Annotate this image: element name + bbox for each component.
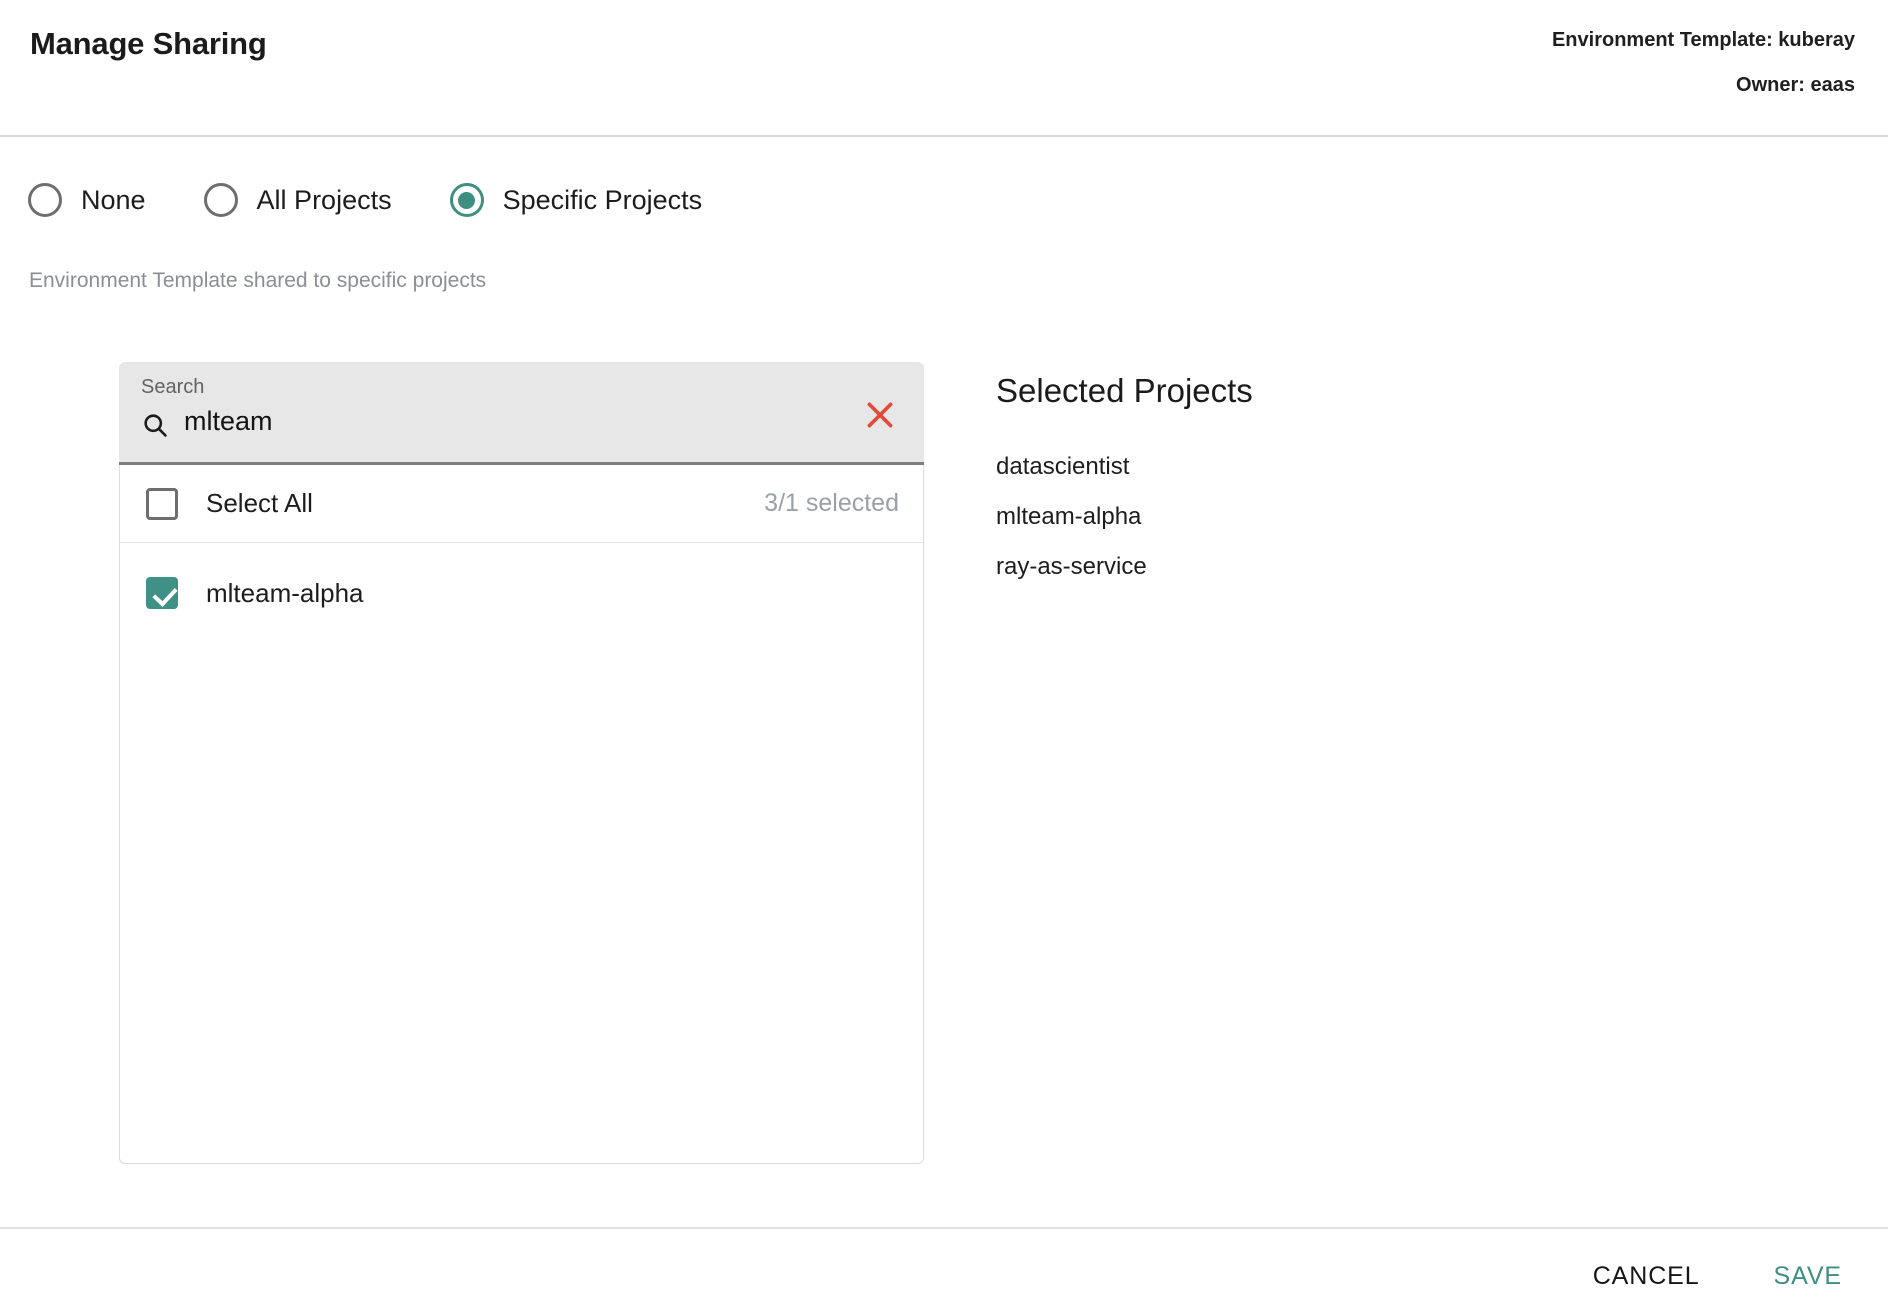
selected-projects-panel: Selected Projects datascientist mlteam-a… xyxy=(996,372,1636,592)
select-all-row[interactable]: Select All 3/1 selected xyxy=(120,465,923,543)
list-item[interactable]: mlteam-alpha xyxy=(120,543,923,643)
radio-circle-icon xyxy=(28,183,62,217)
selected-count-label: 3/1 selected xyxy=(764,489,899,517)
close-icon[interactable] xyxy=(863,398,897,432)
project-picker: Search Select All 3/1 selected mlteam-al… xyxy=(119,362,924,1164)
cancel-button[interactable]: CANCEL xyxy=(1575,1252,1718,1301)
search-floating-label: Search xyxy=(141,376,205,398)
radio-option-none[interactable]: None xyxy=(28,183,146,217)
page-title: Manage Sharing xyxy=(30,26,267,61)
selected-projects-title: Selected Projects xyxy=(996,372,1253,409)
radio-option-specific-projects[interactable]: Specific Projects xyxy=(449,183,703,217)
selected-project-item: ray-as-service xyxy=(996,553,1147,580)
save-button[interactable]: SAVE xyxy=(1756,1252,1860,1301)
dialog-footer: CANCEL SAVE xyxy=(1575,1252,1860,1301)
select-all-label: Select All xyxy=(206,488,313,518)
radio-label-specific-projects: Specific Projects xyxy=(502,184,703,215)
select-all-checkbox[interactable] xyxy=(146,487,178,520)
radio-option-all-projects[interactable]: All Projects xyxy=(203,183,392,217)
search-input[interactable] xyxy=(184,406,784,437)
radio-label-none: None xyxy=(81,184,146,215)
environment-template-label: Environment Template: kuberay xyxy=(1551,29,1855,51)
selected-project-item: datascientist xyxy=(996,453,1130,480)
radio-circle-selected-icon xyxy=(449,183,484,217)
project-list-panel: Select All 3/1 selected mlteam-alpha xyxy=(119,465,924,1164)
sharing-helper-text: Environment Template shared to specific … xyxy=(29,269,487,292)
radio-label-all-projects: All Projects xyxy=(256,184,392,215)
search-icon xyxy=(141,411,169,439)
header-meta: Environment Template: kuberay Owner: eaa… xyxy=(1552,18,1855,108)
header-divider xyxy=(0,135,1888,137)
radio-circle-icon xyxy=(203,183,238,217)
search-field[interactable]: Search xyxy=(119,362,924,465)
owner-label: Owner: eaas xyxy=(1736,74,1855,96)
selected-project-item: mlteam-alpha xyxy=(996,503,1142,530)
list-item-label: mlteam-alpha xyxy=(206,577,364,608)
sharing-scope-radio-group: None All Projects Specific Projects xyxy=(28,183,702,217)
project-checkbox-checked[interactable] xyxy=(146,577,178,609)
footer-divider xyxy=(0,1227,1888,1229)
dialog-header: Manage Sharing Environment Template: kub… xyxy=(0,0,1888,136)
